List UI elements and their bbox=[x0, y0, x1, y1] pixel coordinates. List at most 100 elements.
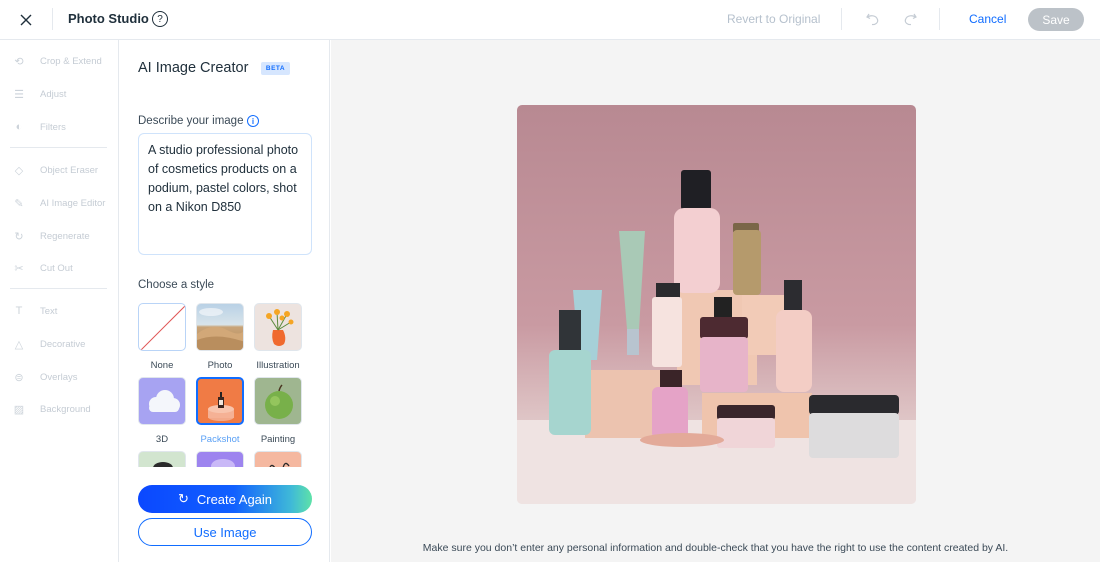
style-tile[interactable] bbox=[138, 451, 188, 467]
product-bottle-icon bbox=[208, 392, 234, 421]
sidebar-item-filters[interactable]: ◐ Filters bbox=[12, 118, 66, 136]
sidebar-item-label: Object Eraser bbox=[40, 164, 99, 176]
flower-vase-icon bbox=[266, 309, 294, 346]
sidebar-item-ai-image-editor[interactable]: ✎ AI Image Editor bbox=[12, 194, 105, 212]
sidebar-item-text[interactable]: T Text bbox=[12, 302, 58, 320]
generated-image[interactable] bbox=[517, 105, 916, 504]
style-preview-icon bbox=[211, 459, 235, 467]
info-icon[interactable]: i bbox=[247, 115, 259, 127]
sliders-icon: ☰ bbox=[14, 88, 24, 101]
close-icon bbox=[20, 14, 32, 26]
sidebar-item-regenerate[interactable]: ↻ Regenerate bbox=[12, 227, 90, 245]
sidebar-item-overlays[interactable]: ⊜ Overlays bbox=[12, 368, 77, 386]
divider bbox=[841, 8, 842, 30]
divider bbox=[52, 8, 53, 30]
panel-title: AI Image Creator bbox=[138, 60, 249, 76]
style-tile[interactable] bbox=[254, 451, 304, 467]
top-bar: Photo Studio ? Revert to Original Cancel… bbox=[0, 0, 1100, 40]
sidebar-item-label: AI Image Editor bbox=[40, 197, 106, 209]
style-thumbnail bbox=[138, 303, 186, 351]
overlays-icon: ⊜ bbox=[14, 371, 24, 384]
style-tile-3d[interactable]: 3D bbox=[138, 377, 188, 445]
shapes-icon: △ bbox=[14, 338, 24, 351]
sidebar-divider bbox=[10, 288, 107, 289]
sidebar-item-cut-out[interactable]: ✂ Cut Out bbox=[12, 259, 73, 277]
redo-icon bbox=[904, 13, 917, 26]
divider bbox=[939, 8, 940, 30]
filters-icon: ◐ bbox=[15, 121, 23, 133]
canvas-area: Make sure you don’t enter any personal i… bbox=[331, 40, 1100, 562]
undo-button[interactable] bbox=[864, 10, 882, 28]
text-icon: T bbox=[15, 305, 23, 317]
crop-icon: ⟲ bbox=[14, 55, 24, 68]
sidebar-item-object-eraser[interactable]: ◇ Object Eraser bbox=[12, 161, 98, 179]
sidebar-item-label: Crop & Extend bbox=[40, 55, 102, 67]
style-label-3d: 3D bbox=[155, 434, 169, 445]
apple-icon bbox=[265, 384, 293, 419]
sidebar-item-crop-extend[interactable]: ⟲ Crop & Extend bbox=[12, 52, 102, 70]
style-label-illustration: Illustration bbox=[256, 360, 300, 371]
style-thumbnail bbox=[254, 377, 302, 425]
style-grid[interactable]: None Photo Illustration 3D Packshot Pain… bbox=[138, 303, 312, 467]
background-icon: ▨ bbox=[13, 403, 25, 416]
style-label-photo: Photo bbox=[207, 360, 233, 371]
sidebar-item-background[interactable]: ▨ Background bbox=[12, 400, 91, 418]
revert-to-original-button[interactable]: Revert to Original bbox=[727, 12, 820, 26]
close-button[interactable] bbox=[17, 11, 35, 29]
question-circle-icon[interactable]: ? bbox=[152, 11, 168, 27]
ai-disclaimer: Make sure you don’t enter any personal i… bbox=[422, 542, 1009, 554]
save-button[interactable]: Save bbox=[1028, 8, 1084, 31]
prompt-input[interactable] bbox=[138, 133, 312, 255]
refresh-icon: ↻ bbox=[177, 491, 189, 506]
style-label: Choose a style bbox=[138, 279, 215, 291]
create-again-button[interactable]: ↻ Create Again bbox=[138, 485, 312, 513]
style-thumbnail bbox=[196, 451, 244, 467]
eraser-icon: ◇ bbox=[14, 164, 24, 177]
style-tile-none[interactable]: None bbox=[138, 303, 188, 371]
cancel-button[interactable]: Cancel bbox=[969, 12, 1006, 26]
describe-label: Describe your image bbox=[138, 115, 244, 127]
style-label-none: None bbox=[150, 360, 174, 371]
brush-icon: ✎ bbox=[14, 197, 24, 210]
app-title: Photo Studio bbox=[68, 11, 149, 26]
tools-sidebar: ⟲ Crop & Extend ☰ Adjust ◐ Filters ◇ Obj… bbox=[0, 40, 119, 562]
style-preview-icon bbox=[269, 462, 290, 467]
scissors-icon: ✂ bbox=[14, 262, 24, 275]
beta-badge: BETA bbox=[261, 62, 290, 75]
sidebar-item-label: Filters bbox=[40, 121, 66, 133]
style-thumbnail bbox=[254, 451, 302, 467]
create-again-label: Create Again bbox=[196, 491, 273, 507]
sidebar-item-label: Text bbox=[40, 305, 58, 317]
style-label-packshot: Packshot bbox=[200, 434, 240, 445]
regenerate-icon: ↻ bbox=[14, 230, 24, 243]
style-preview-icon bbox=[153, 462, 173, 467]
style-tile-packshot[interactable]: Packshot bbox=[196, 377, 246, 445]
sidebar-divider bbox=[10, 147, 107, 148]
style-thumbnail bbox=[138, 451, 186, 467]
sidebar-item-label: Cut Out bbox=[40, 262, 73, 274]
use-image-button[interactable]: Use Image bbox=[138, 518, 312, 546]
style-tile-painting[interactable]: Painting bbox=[254, 377, 304, 445]
sidebar-item-label: Background bbox=[40, 403, 91, 415]
sidebar-item-label: Overlays bbox=[40, 371, 78, 383]
style-label-painting: Painting bbox=[260, 434, 296, 445]
ai-image-creator-panel: AI Image Creator BETA Describe your imag… bbox=[120, 40, 330, 562]
sidebar-item-adjust[interactable]: ☰ Adjust bbox=[12, 85, 66, 103]
cosmetics-image bbox=[517, 170, 916, 504]
sidebar-item-label: Decorative bbox=[40, 338, 86, 350]
style-tile-photo[interactable]: Photo bbox=[196, 303, 246, 371]
redo-button[interactable] bbox=[901, 10, 919, 28]
style-thumbnail bbox=[138, 377, 186, 425]
sidebar-item-label: Regenerate bbox=[40, 230, 90, 242]
style-tile[interactable] bbox=[196, 451, 246, 467]
style-thumbnail bbox=[254, 303, 302, 351]
no-style-icon bbox=[140, 305, 185, 350]
cloud-icon bbox=[149, 390, 180, 412]
style-thumbnail bbox=[196, 303, 244, 351]
undo-icon bbox=[866, 13, 879, 26]
sidebar-item-decorative[interactable]: △ Decorative bbox=[12, 335, 86, 353]
sidebar-item-label: Adjust bbox=[40, 88, 67, 100]
desert-image-icon bbox=[197, 308, 243, 350]
style-tile-illustration[interactable]: Illustration bbox=[254, 303, 304, 371]
style-thumbnail bbox=[196, 377, 244, 425]
